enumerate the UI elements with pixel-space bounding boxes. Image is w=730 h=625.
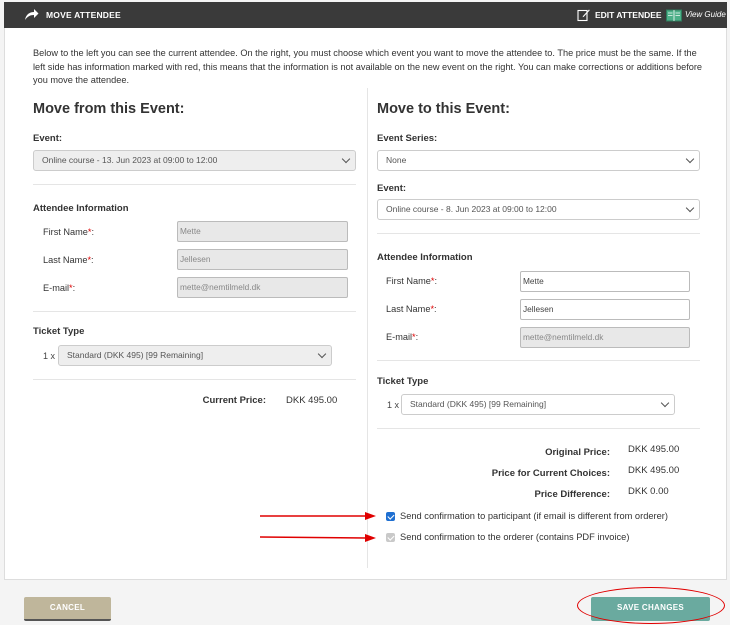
original-price-value: DKK 495.00 xyxy=(628,444,680,455)
right-first-name-field[interactable]: Mette xyxy=(520,271,690,292)
event-series-select[interactable]: None xyxy=(377,150,700,171)
current-choices-price-value: DKK 495.00 xyxy=(628,465,680,476)
left-event-select: Online course - 13. Jun 2023 at 09:00 to… xyxy=(33,150,356,171)
confirm-participant-label[interactable]: Send confirmation to participant (if ema… xyxy=(400,511,668,521)
move-from-heading: Move from this Event: xyxy=(33,101,185,117)
right-ticket-heading: Ticket Type xyxy=(377,376,429,387)
current-price-value: DKK 495.00 xyxy=(286,395,338,406)
right-last-name-label: Last Name*: xyxy=(386,304,437,314)
share-arrow-icon xyxy=(25,9,39,20)
current-price-label: Current Price: xyxy=(202,395,266,406)
view-guide-link[interactable]: View Guide xyxy=(685,10,726,19)
highlight-ellipse xyxy=(577,587,725,624)
left-last-name-label: Last Name*: xyxy=(43,255,94,265)
chevron-down-icon xyxy=(685,203,695,213)
event-series-value: None xyxy=(386,155,407,165)
left-ticket-qty: 1 x xyxy=(43,351,56,361)
left-attendee-heading: Attendee Information xyxy=(33,203,129,214)
divider xyxy=(377,233,700,234)
price-difference-value: DKK 0.00 xyxy=(628,486,669,497)
left-ticket-value: Standard (DKK 495) [99 Remaining] xyxy=(67,350,204,360)
left-ticket-select: Standard (DKK 495) [99 Remaining] xyxy=(58,345,332,366)
edit-attendee-link[interactable]: EDIT ATTENDEE xyxy=(595,10,662,20)
left-ticket-heading: Ticket Type xyxy=(33,326,85,337)
left-first-name-field: Mette xyxy=(177,221,348,242)
right-event-select[interactable]: Online course - 8. Jun 2023 at 09:00 to … xyxy=(377,199,700,220)
divider xyxy=(377,360,700,361)
left-email-label: E-mail*: xyxy=(43,283,76,293)
right-ticket-qty: 1 x xyxy=(387,400,400,410)
left-event-label: Event: xyxy=(33,133,63,144)
edit-icon[interactable] xyxy=(577,8,590,22)
divider xyxy=(377,428,700,429)
right-last-name-field[interactable]: Jellesen xyxy=(520,299,690,320)
left-last-name-field: Jellesen xyxy=(177,249,348,270)
original-price-label: Original Price: xyxy=(545,447,610,458)
confirm-orderer-label: Send confirmation to the orderer (contai… xyxy=(400,532,630,542)
move-to-heading: Move to this Event: xyxy=(377,101,510,117)
dialog-title: MOVE ATTENDEE xyxy=(46,10,121,20)
intro-text: Below to the left you can see the curren… xyxy=(33,48,703,85)
chevron-down-icon xyxy=(317,349,327,359)
right-email-field: mette@nemtilmeld.dk xyxy=(520,327,690,348)
column-divider xyxy=(367,88,368,568)
confirm-orderer-checkbox xyxy=(386,533,395,542)
chevron-down-icon xyxy=(685,154,695,164)
right-event-label: Event: xyxy=(377,183,407,194)
left-email-field: mette@nemtilmeld.dk xyxy=(177,277,348,298)
right-email-label: E-mail*: xyxy=(386,332,419,342)
chevron-down-icon xyxy=(341,154,351,164)
cancel-button[interactable]: CANCEL xyxy=(24,597,111,621)
chevron-down-icon xyxy=(660,398,670,408)
left-event-value: Online course - 13. Jun 2023 at 09:00 to… xyxy=(42,155,218,165)
right-attendee-heading: Attendee Information xyxy=(377,252,473,263)
right-event-value: Online course - 8. Jun 2023 at 09:00 to … xyxy=(386,204,557,214)
right-first-name-label: First Name*: xyxy=(386,276,438,286)
price-difference-label: Price Difference: xyxy=(534,489,610,500)
divider xyxy=(33,184,356,185)
current-choices-price-label: Price for Current Choices: xyxy=(491,468,610,479)
confirm-participant-checkbox[interactable] xyxy=(386,512,395,521)
left-first-name-label: First Name*: xyxy=(43,227,95,237)
event-series-label: Event Series: xyxy=(377,133,438,144)
right-ticket-select[interactable]: Standard (DKK 495) [99 Remaining] xyxy=(401,394,675,415)
guide-book-icon[interactable] xyxy=(666,9,682,22)
divider xyxy=(33,379,356,380)
divider xyxy=(33,311,356,312)
dialog-header: MOVE ATTENDEE EDIT ATTENDEE View Guide xyxy=(4,2,727,28)
right-ticket-value: Standard (DKK 495) [99 Remaining] xyxy=(410,399,547,409)
